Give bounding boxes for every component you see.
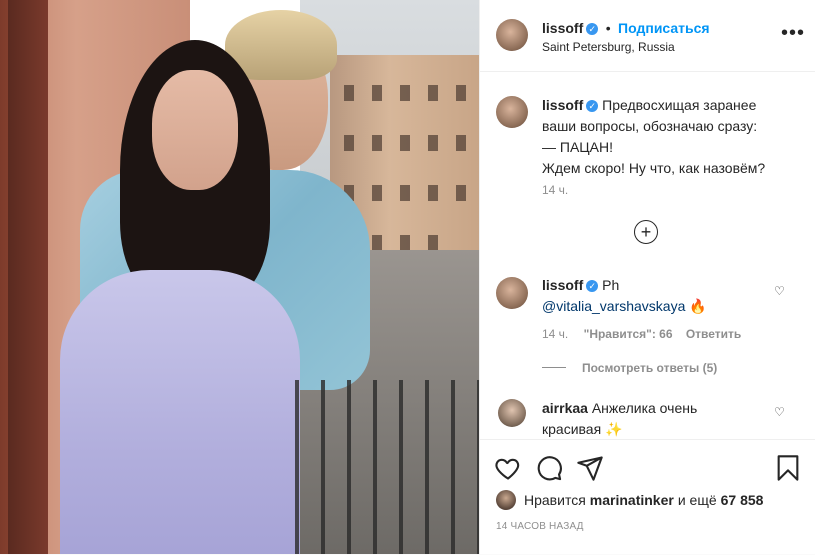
comment-text-2: красивая [542, 421, 602, 437]
share-icon[interactable] [576, 454, 604, 482]
sparkles-emoji: ✨ [605, 421, 623, 437]
post-photo[interactable] [0, 0, 479, 554]
post-location[interactable]: Saint Petersburg, Russia [542, 40, 675, 54]
liker-avatar[interactable] [496, 490, 516, 510]
replies-divider [542, 367, 566, 368]
caption-time[interactable]: 14 ч. [542, 183, 568, 197]
caption-line-3: — ПАЦАН! [542, 139, 613, 155]
photo-door [8, 0, 48, 554]
plus-circle-icon[interactable]: + [634, 220, 658, 244]
more-horizontal-icon[interactable]: ••• [781, 23, 805, 43]
likes-count[interactable]: 67 858 [721, 492, 764, 508]
comment-username[interactable]: lissoff [542, 277, 583, 293]
caption-avatar[interactable] [496, 96, 528, 128]
likes-prefix: Нравится [524, 492, 586, 508]
comment-username[interactable]: airrkaa [542, 400, 588, 416]
fire-emoji: 🔥 [689, 298, 707, 314]
comment-icon[interactable] [535, 454, 563, 482]
caption: lissoff ✓ Предвосхищая заранее ваши вопро… [542, 95, 802, 179]
comment-avatar[interactable] [496, 277, 528, 309]
verified-badge-icon: ✓ [586, 100, 599, 112]
post-timestamp[interactable]: 14 ЧАСОВ НАЗАД [496, 521, 584, 532]
comment-1: lissoff ✓ Ph @vitalia_varshavskaya 🔥 [542, 275, 772, 317]
separator-dot: • [605, 20, 611, 36]
heart-icon[interactable] [494, 454, 522, 482]
likes-suffix: и ещё [677, 492, 717, 508]
follow-button[interactable]: Подписаться [618, 20, 710, 36]
view-replies-button[interactable]: Посмотреть ответы (5) [542, 361, 717, 375]
comment-meta: 14 ч. "Нравится": 66 Ответить [542, 327, 741, 341]
post-header: lissoff ✓ • Подписаться Saint Petersburg,… [480, 0, 815, 72]
comment-time[interactable]: 14 ч. [542, 327, 568, 341]
reply-button[interactable]: Ответить [686, 327, 741, 341]
instagram-post: lissoff ✓ • Подписаться Saint Petersburg,… [0, 0, 815, 554]
comment-text: Анжелика очень [591, 400, 698, 416]
likes-row: Нравится marinatinker и ещё 67 858 [496, 490, 763, 510]
photo-balcony-rail [295, 380, 479, 554]
comment-likes[interactable]: "Нравится": 66 [584, 327, 673, 341]
post-username[interactable]: lissoff [542, 20, 583, 36]
liker-username[interactable]: marinatinker [590, 492, 674, 508]
avatar[interactable] [496, 19, 528, 51]
caption-line-2: ваши вопросы, обозначаю сразу: [542, 118, 758, 134]
verified-badge-icon: ✓ [586, 280, 599, 292]
comment-like-heart-icon[interactable]: ♡ [774, 284, 785, 298]
comment-2: airrkaa Анжелика очень красивая ✨ [542, 398, 772, 440]
post-side-panel: lissoff ✓ • Подписаться Saint Petersburg,… [479, 0, 815, 554]
photo-dress [60, 270, 300, 554]
caption-line-1: Предвосхищая заранее [602, 97, 757, 113]
comment-like-heart-icon[interactable]: ♡ [774, 405, 785, 419]
post-actions: Нравится marinatinker и ещё 67 858 14 ЧА… [480, 439, 815, 555]
caption-line-4: Ждем скоро! Ну что, как назовём? [542, 160, 766, 176]
bookmark-icon[interactable] [774, 454, 802, 482]
caption-username[interactable]: lissoff [542, 97, 583, 113]
photo-woman-face [152, 70, 238, 190]
verified-badge-icon: ✓ [586, 23, 599, 35]
comment-text: Ph [602, 277, 620, 293]
comment-mention[interactable]: @vitalia_varshavskaya [542, 298, 685, 314]
comment-avatar[interactable] [498, 399, 526, 427]
view-replies-label: Посмотреть ответы (5) [582, 361, 718, 375]
